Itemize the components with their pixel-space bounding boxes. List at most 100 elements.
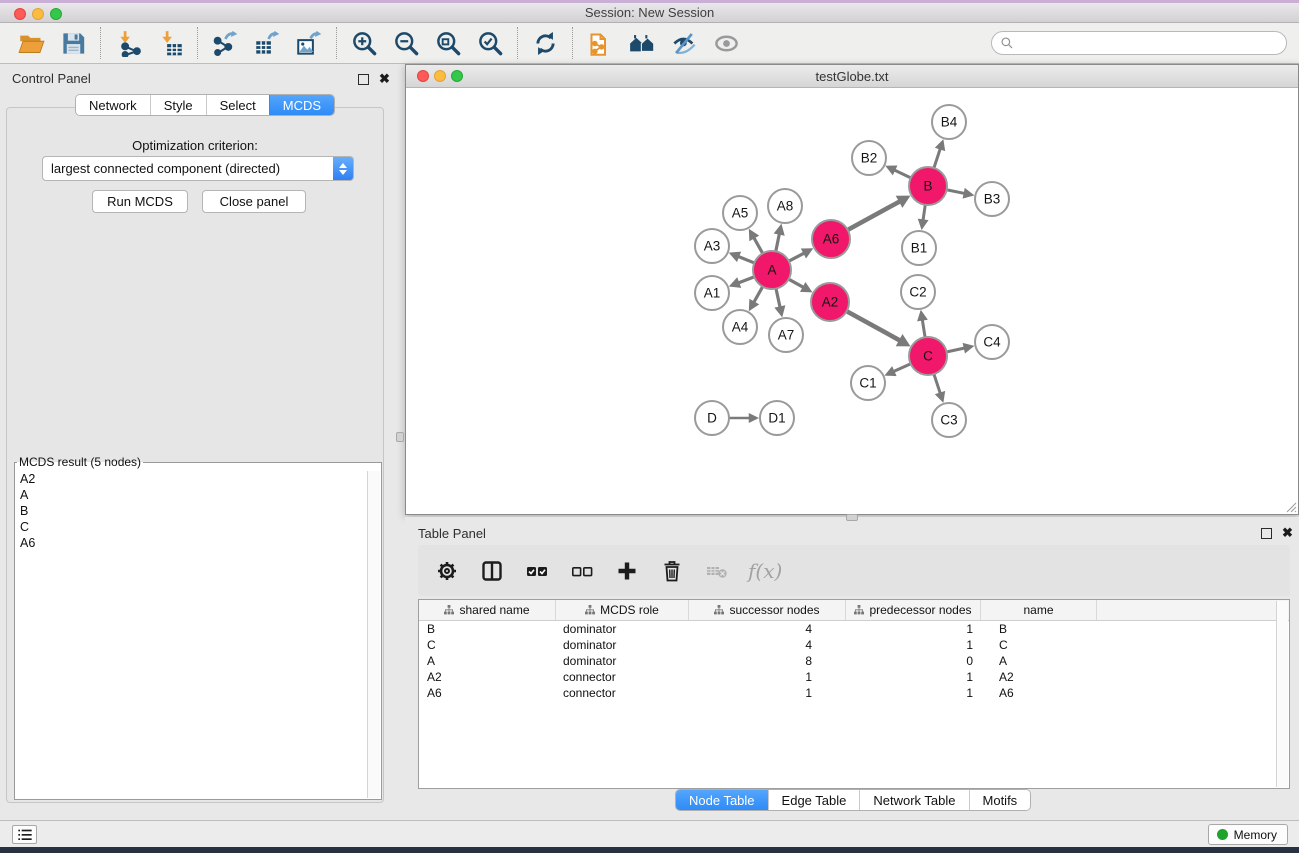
export-image-icon[interactable] <box>288 26 330 60</box>
graph-edge-A-A3[interactable] <box>729 252 757 264</box>
add-column-icon[interactable] <box>613 557 641 585</box>
graph-node-A3[interactable]: A3 <box>695 229 729 263</box>
graph-node-B4[interactable]: B4 <box>932 105 966 139</box>
graph-node-B3[interactable]: B3 <box>975 182 1009 216</box>
show-all-icon[interactable] <box>705 26 747 60</box>
tab-select[interactable]: Select <box>206 95 269 115</box>
graph-edge-C-C3[interactable] <box>933 372 945 403</box>
column-header-successor-nodes[interactable]: successor nodes <box>689 600 846 620</box>
close-panel-icon[interactable]: ✖ <box>378 72 391 85</box>
graph-node-C1[interactable]: C1 <box>851 366 885 400</box>
graph-node-C[interactable]: C <box>909 337 947 375</box>
graph-edge-A-A6[interactable] <box>787 248 813 262</box>
search-box[interactable] <box>991 31 1287 55</box>
mcds-result-item[interactable]: A6 <box>16 535 367 551</box>
minimize-traffic-light[interactable] <box>434 70 446 82</box>
close-panel-icon[interactable]: ✖ <box>1281 526 1294 539</box>
tab-style[interactable]: Style <box>150 95 206 115</box>
table-row-A2[interactable]: A2connector11A2 <box>419 669 1289 685</box>
export-table-icon[interactable] <box>246 26 288 60</box>
float-panel-icon[interactable] <box>358 74 369 85</box>
mcds-result-item[interactable]: C <box>16 519 367 535</box>
window-resize-grip[interactable] <box>1285 501 1297 513</box>
column-layout-icon[interactable] <box>478 557 506 585</box>
tab-mcds[interactable]: MCDS <box>269 95 334 115</box>
table-row-B[interactable]: Bdominator41B <box>419 621 1289 637</box>
hide-selected-icon[interactable] <box>663 26 705 60</box>
open-session-icon[interactable] <box>10 26 52 60</box>
graph-edge-B-B3[interactable] <box>945 188 975 199</box>
mcds-result-item[interactable]: A <box>16 487 367 503</box>
zoom-in-icon[interactable] <box>343 26 385 60</box>
mcds-result-item[interactable]: A2 <box>16 471 367 487</box>
graph-edge-A-A4[interactable] <box>749 285 764 311</box>
graph-edge-A-A2[interactable] <box>787 278 813 292</box>
table-scrollbar[interactable] <box>1276 601 1288 787</box>
zoom-fit-icon[interactable] <box>427 26 469 60</box>
graph-edge-A6-B[interactable] <box>846 196 911 231</box>
column-header-predecessor-nodes[interactable]: predecessor nodes <box>846 600 981 620</box>
run-mcds-button[interactable]: Run MCDS <box>92 190 188 213</box>
tab-network[interactable]: Network <box>76 95 150 115</box>
task-history-list-icon[interactable] <box>12 825 37 844</box>
mcds-list-scrollbar[interactable] <box>367 471 380 798</box>
tab-network-table[interactable]: Network Table <box>859 790 968 810</box>
memory-button[interactable]: Memory <box>1208 824 1288 845</box>
graph-node-C4[interactable]: C4 <box>975 325 1009 359</box>
graph-node-C3[interactable]: C3 <box>932 403 966 437</box>
zoom-traffic-light[interactable] <box>50 8 62 20</box>
graph-edge-A-A5[interactable] <box>749 229 764 255</box>
import-table-icon[interactable] <box>149 26 191 60</box>
graph-edge-B-B1[interactable] <box>918 203 929 230</box>
import-network-icon[interactable] <box>107 26 149 60</box>
graph-node-A8[interactable]: A8 <box>768 189 802 223</box>
graph-edge-C-C1[interactable] <box>884 363 912 376</box>
table-header-row[interactable]: shared nameMCDS rolesuccessor nodesprede… <box>419 600 1289 621</box>
graph-edge-B-B2[interactable] <box>885 165 912 178</box>
zoom-traffic-light[interactable] <box>451 70 463 82</box>
graph-node-A2[interactable]: A2 <box>811 283 849 321</box>
graph-edge-B-B4[interactable] <box>933 139 945 170</box>
deselect-all-checkboxes-icon[interactable] <box>568 557 596 585</box>
zoom-selected-icon[interactable] <box>469 26 511 60</box>
new-network-from-selection-icon[interactable] <box>579 26 621 60</box>
close-traffic-light[interactable] <box>417 70 429 82</box>
column-header-shared-name[interactable]: shared name <box>419 600 556 620</box>
network-window-titlebar[interactable]: testGlobe.txt <box>406 65 1298 88</box>
graph-edge-A-A1[interactable] <box>729 276 756 288</box>
graph-node-A6[interactable]: A6 <box>812 220 850 258</box>
column-header-name[interactable]: name <box>981 600 1097 620</box>
tab-motifs[interactable]: Motifs <box>969 790 1031 810</box>
close-traffic-light[interactable] <box>14 8 26 20</box>
table-row-A6[interactable]: A6connector11A6 <box>419 685 1289 701</box>
table-row-A[interactable]: Adominator80A <box>419 653 1289 669</box>
float-panel-icon[interactable] <box>1261 528 1272 539</box>
graph-node-B[interactable]: B <box>909 167 947 205</box>
table-row-C[interactable]: Cdominator41C <box>419 637 1289 653</box>
tab-node-table[interactable]: Node Table <box>676 790 768 810</box>
graph-node-A7[interactable]: A7 <box>769 318 803 352</box>
graph-edge-A-A7[interactable] <box>774 287 785 318</box>
minimize-traffic-light[interactable] <box>32 8 44 20</box>
graph-node-D1[interactable]: D1 <box>760 401 794 435</box>
mcds-result-item[interactable]: B <box>16 503 367 519</box>
save-session-icon[interactable] <box>52 26 94 60</box>
optimization-criterion-select[interactable]: largest connected component (directed) <box>42 156 354 181</box>
graph-edge-C-C4[interactable] <box>945 343 975 354</box>
function-builder-icon[interactable]: f(x) <box>748 559 782 583</box>
graph-edge-A-A8[interactable] <box>774 224 785 254</box>
graph-node-B2[interactable]: B2 <box>852 141 886 175</box>
graph-edge-D-D1[interactable] <box>727 413 759 423</box>
graph-node-A[interactable]: A <box>753 251 791 289</box>
delete-column-trash-icon[interactable] <box>658 557 686 585</box>
delete-table-icon[interactable] <box>703 557 731 585</box>
graph-node-A4[interactable]: A4 <box>723 310 757 344</box>
graph-node-C2[interactable]: C2 <box>901 275 935 309</box>
zoom-out-icon[interactable] <box>385 26 427 60</box>
refresh-icon[interactable] <box>524 26 566 60</box>
search-input[interactable] <box>1019 36 1278 51</box>
tab-edge-table[interactable]: Edge Table <box>768 790 860 810</box>
panel-splitter-grip[interactable] <box>396 432 404 442</box>
graph-node-D[interactable]: D <box>695 401 729 435</box>
graph-node-B1[interactable]: B1 <box>902 231 936 265</box>
